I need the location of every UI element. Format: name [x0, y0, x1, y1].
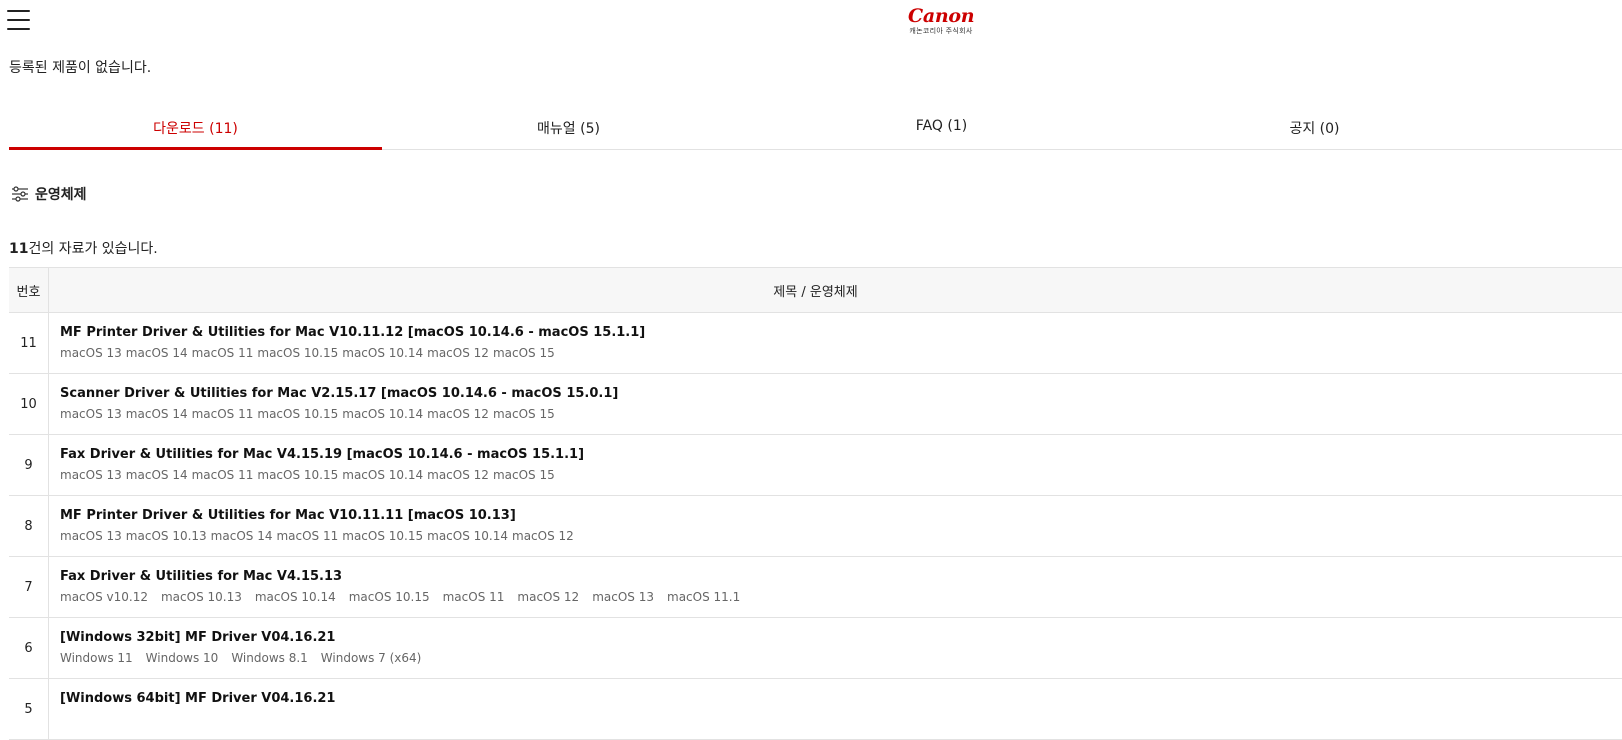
- result-count-suffix: 건의 자료가 있습니다.: [28, 241, 158, 257]
- tab-notice[interactable]: 공지 (0): [1128, 109, 1501, 149]
- os-tag: macOS 12: [427, 407, 489, 421]
- canon-logo[interactable]: Canon 캐논코리아 주식회사: [908, 5, 975, 36]
- logo-subtitle: 캐논코리아 주식회사: [909, 27, 973, 35]
- logo-wordmark: Canon: [908, 5, 975, 27]
- os-tag: macOS 11.1: [667, 590, 741, 604]
- header-title: 제목 / 운영체제: [773, 284, 858, 300]
- table-row: 10 Scanner Driver & Utilities for Mac V2.…: [9, 374, 1622, 435]
- row-content: Fax Driver & Utilities for Mac V4.15.19 …: [49, 435, 1622, 495]
- row-content: MF Printer Driver & Utilities for Mac V1…: [49, 313, 1622, 373]
- os-filter-label: 운영체제: [35, 187, 87, 203]
- download-title-link[interactable]: MF Printer Driver & Utilities for Mac V1…: [60, 507, 1622, 525]
- download-title-link[interactable]: [Windows 32bit] MF Driver V04.16.21: [60, 629, 1622, 647]
- tab-faq[interactable]: FAQ (1): [755, 109, 1128, 149]
- table-header: 번호 제목 / 운영체제: [9, 268, 1622, 313]
- os-tag: macOS 10.15: [257, 346, 339, 360]
- os-list: macOS v10.12 macOS 10.13 macOS 10.14 macOS …: [60, 589, 1622, 605]
- menu-icon[interactable]: [7, 10, 30, 30]
- os-tag: macOS 13: [60, 346, 122, 360]
- os-tag: macOS 11: [442, 590, 505, 604]
- result-count: 11건의 자료가 있습니다.: [9, 238, 158, 258]
- os-tag: macOS 14: [125, 407, 188, 421]
- row-content: [Windows 32bit] MF Driver V04.16.21 Windo…: [49, 618, 1622, 678]
- download-table: 번호 제목 / 운영체제 11 MF Printer Driver & Utili…: [9, 267, 1622, 740]
- table-row: 6 [Windows 32bit] MF Driver V04.16.21 Wind…: [9, 618, 1622, 679]
- content-tabs: 다운로드 (11) 매뉴얼 (5) FAQ (1) 공지 (0): [9, 109, 1622, 150]
- os-tag: macOS 13: [60, 407, 122, 421]
- os-tag: macOS 13: [60, 468, 122, 482]
- os-tag: macOS 11: [191, 468, 254, 482]
- table-row: 7 Fax Driver & Utilities for Mac V4.15.13…: [9, 557, 1622, 618]
- os-tag: macOS 10.14: [342, 346, 424, 360]
- os-tag: macOS 11: [276, 529, 339, 543]
- site-header: Canon 캐논코리아 주식회사: [0, 0, 1622, 42]
- table-row: 8 MF Printer Driver & Utilities for Mac V…: [9, 496, 1622, 557]
- row-number: 8: [9, 496, 49, 556]
- download-title-link[interactable]: Scanner Driver & Utilities for Mac V2.15…: [60, 385, 1622, 403]
- os-tag: macOS 10.13: [125, 529, 207, 543]
- row-number: 6: [9, 618, 49, 678]
- os-tag: macOS 15: [492, 407, 555, 421]
- row-content: [Windows 64bit] MF Driver V04.16.21: [49, 679, 1622, 739]
- os-tag: macOS 15: [492, 346, 555, 360]
- os-tag: Windows 10: [145, 651, 219, 665]
- os-tag: macOS 15: [492, 468, 555, 482]
- download-title-link[interactable]: MF Printer Driver & Utilities for Mac V1…: [60, 324, 1622, 342]
- os-tag: macOS 12: [427, 346, 489, 360]
- registered-products-message: 등록된 제품이 없습니다.: [9, 60, 152, 76]
- os-filter-button[interactable]: 운영체제: [11, 184, 87, 204]
- download-title-link[interactable]: [Windows 64bit] MF Driver V04.16.21: [60, 690, 1622, 708]
- os-tag: macOS v10.12: [60, 590, 148, 604]
- os-tag: macOS 14: [210, 529, 273, 543]
- sliders-icon: [12, 186, 28, 202]
- os-tag: macOS 11: [191, 407, 254, 421]
- row-number: 5: [9, 679, 49, 739]
- os-tag: macOS 10.15: [348, 590, 430, 604]
- os-tag: macOS 12: [512, 529, 574, 543]
- os-tag: macOS 10.14: [342, 468, 424, 482]
- os-tag: macOS 13: [60, 529, 122, 543]
- result-count-number: 11: [9, 241, 29, 257]
- os-tag: macOS 10.13: [160, 590, 242, 604]
- os-tag: Windows 11: [60, 651, 133, 665]
- tab-manual[interactable]: 매뉴얼 (5): [382, 109, 755, 149]
- os-tag: macOS 11: [191, 346, 254, 360]
- row-number: 7: [9, 557, 49, 617]
- os-list: macOS 13 macOS 14 macOS 11 macOS 10.15 macOS…: [60, 406, 1622, 422]
- tab-download[interactable]: 다운로드 (11): [9, 109, 382, 150]
- os-tag: macOS 10.15: [257, 468, 339, 482]
- os-tag: macOS 10.14: [342, 407, 424, 421]
- row-content: MF Printer Driver & Utilities for Mac V1…: [49, 496, 1622, 556]
- os-tag: macOS 13: [592, 590, 654, 604]
- os-tag: macOS 14: [125, 468, 188, 482]
- os-tag: macOS 10.14: [254, 590, 336, 604]
- row-number: 9: [9, 435, 49, 495]
- row-content: Scanner Driver & Utilities for Mac V2.15…: [49, 374, 1622, 434]
- os-list: macOS 13 macOS 14 macOS 11 macOS 10.15 macOS…: [60, 345, 1622, 361]
- os-tag: macOS 12: [517, 590, 580, 604]
- os-tag: Windows 7 (x64): [320, 651, 422, 665]
- table-body: 11 MF Printer Driver & Utilities for Mac …: [9, 313, 1622, 740]
- table-row: 9 Fax Driver & Utilities for Mac V4.15.19…: [9, 435, 1622, 496]
- os-list: macOS 13 macOS 10.13 macOS 14 macOS 11 macOS…: [60, 528, 1622, 544]
- os-tag: macOS 12: [427, 468, 489, 482]
- download-title-link[interactable]: Fax Driver & Utilities for Mac V4.15.13: [60, 568, 1622, 586]
- os-list: macOS 13 macOS 14 macOS 11 macOS 10.15 macOS…: [60, 467, 1622, 483]
- os-tag: macOS 10.14: [427, 529, 509, 543]
- os-tag: macOS 10.15: [342, 529, 424, 543]
- download-title-link[interactable]: Fax Driver & Utilities for Mac V4.15.19 …: [60, 446, 1622, 464]
- header-number: 번호: [9, 268, 49, 312]
- os-list: Windows 11 Windows 10 Windows 8.1 Windows 7…: [60, 650, 1622, 666]
- row-number: 10: [9, 374, 49, 434]
- os-tag: macOS 14: [125, 346, 188, 360]
- os-tag: macOS 10.15: [257, 407, 339, 421]
- table-row: 5 [Windows 64bit] MF Driver V04.16.21: [9, 679, 1622, 740]
- os-tag: Windows 8.1: [231, 651, 308, 665]
- row-content: Fax Driver & Utilities for Mac V4.15.13 m…: [49, 557, 1622, 617]
- table-row: 11 MF Printer Driver & Utilities for Mac …: [9, 313, 1622, 374]
- row-number: 11: [9, 313, 49, 373]
